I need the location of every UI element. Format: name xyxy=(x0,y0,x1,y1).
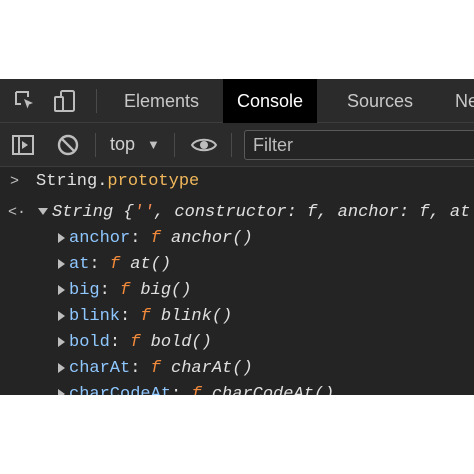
tab-console[interactable]: Console xyxy=(223,79,318,123)
tab-network[interactable]: Ne xyxy=(441,79,474,123)
function-keyword: f xyxy=(130,333,141,352)
expand-triangle-icon[interactable] xyxy=(58,284,65,295)
function-signature: charCodeAt() xyxy=(211,385,335,395)
result-summary[interactable]: String {'', constructor: f, anchor: f, a… xyxy=(38,200,470,225)
result-prompt-icon: <· xyxy=(8,204,27,221)
property-key: blink xyxy=(69,307,121,326)
dropdown-arrow-icon[interactable]: ▼ xyxy=(147,123,160,166)
function-signature: charAt() xyxy=(171,359,253,378)
console-input-line: > String.prototype xyxy=(0,169,474,194)
function-signature: blink() xyxy=(160,307,233,326)
function-keyword: f xyxy=(150,229,161,248)
toolbar-divider xyxy=(95,133,96,157)
console-toolbar: top ▼ xyxy=(0,123,474,167)
toolbar-divider xyxy=(96,89,97,113)
eye-icon[interactable] xyxy=(191,132,217,158)
function-keyword: f xyxy=(150,359,161,378)
property-key: charCodeAt xyxy=(69,385,172,395)
context-selector[interactable]: top xyxy=(110,123,135,166)
property-key: charAt xyxy=(69,359,131,378)
expand-triangle-icon[interactable] xyxy=(58,310,65,321)
sidebar-toggle-icon[interactable] xyxy=(10,132,36,158)
tab-bar: Elements Console Sources Ne xyxy=(0,79,474,123)
console-input-text: String.prototype xyxy=(36,169,199,194)
toolbar-divider xyxy=(231,133,232,157)
expand-triangle-icon[interactable] xyxy=(58,362,65,373)
list-item[interactable]: bold: f bold() xyxy=(0,330,474,355)
function-keyword: f xyxy=(120,281,131,300)
list-item[interactable]: anchor: f anchor() xyxy=(0,226,474,251)
toolbar-divider xyxy=(174,133,175,157)
expand-triangle-icon[interactable] xyxy=(58,232,65,243)
function-keyword: f xyxy=(109,255,121,274)
expand-triangle-icon[interactable] xyxy=(58,388,65,395)
function-signature: at() xyxy=(130,255,172,274)
property-key: at xyxy=(69,255,90,274)
property-key: big xyxy=(69,281,100,300)
list-item[interactable]: blink: f blink() xyxy=(0,304,474,329)
filter-input[interactable] xyxy=(244,130,474,160)
console-output: > String.prototype <· String {'', constr… xyxy=(0,167,474,395)
function-keyword: f xyxy=(140,307,151,326)
summary-string: '' xyxy=(133,203,155,222)
expand-triangle-icon[interactable] xyxy=(38,208,48,216)
devtools-panel: Elements Console Sources Ne top ▼ Filter… xyxy=(0,79,474,395)
function-signature: big() xyxy=(140,281,192,300)
property-key: anchor xyxy=(69,229,131,248)
list-item[interactable]: charAt: f charAt() xyxy=(0,356,474,381)
expand-triangle-icon[interactable] xyxy=(58,258,65,269)
function-signature: anchor() xyxy=(171,229,253,248)
property-key: bold xyxy=(69,333,110,352)
expand-triangle-icon[interactable] xyxy=(58,336,65,347)
input-property: prototype xyxy=(107,172,200,191)
list-item[interactable]: at: f at() xyxy=(0,252,474,277)
tab-elements[interactable]: Elements xyxy=(110,79,213,123)
list-item[interactable]: big: f big() xyxy=(0,278,474,303)
summary-prefix: String { xyxy=(52,203,134,222)
list-item[interactable]: charCodeAt: f charCodeAt() xyxy=(0,382,474,395)
device-toolbar-icon[interactable] xyxy=(52,88,78,114)
summary-rest: , constructor: f, anchor: f, at xyxy=(154,203,471,222)
inspect-element-icon[interactable] xyxy=(12,88,38,114)
function-signature: bold() xyxy=(150,333,212,352)
input-prompt-icon: > xyxy=(10,173,20,190)
function-keyword: f xyxy=(191,385,202,395)
console-result-line[interactable]: <· String {'', constructor: f, anchor: f… xyxy=(0,200,474,225)
clear-console-icon[interactable] xyxy=(55,132,81,158)
tab-sources[interactable]: Sources xyxy=(333,79,427,123)
input-object: String xyxy=(36,172,98,191)
input-dot: . xyxy=(97,172,108,191)
